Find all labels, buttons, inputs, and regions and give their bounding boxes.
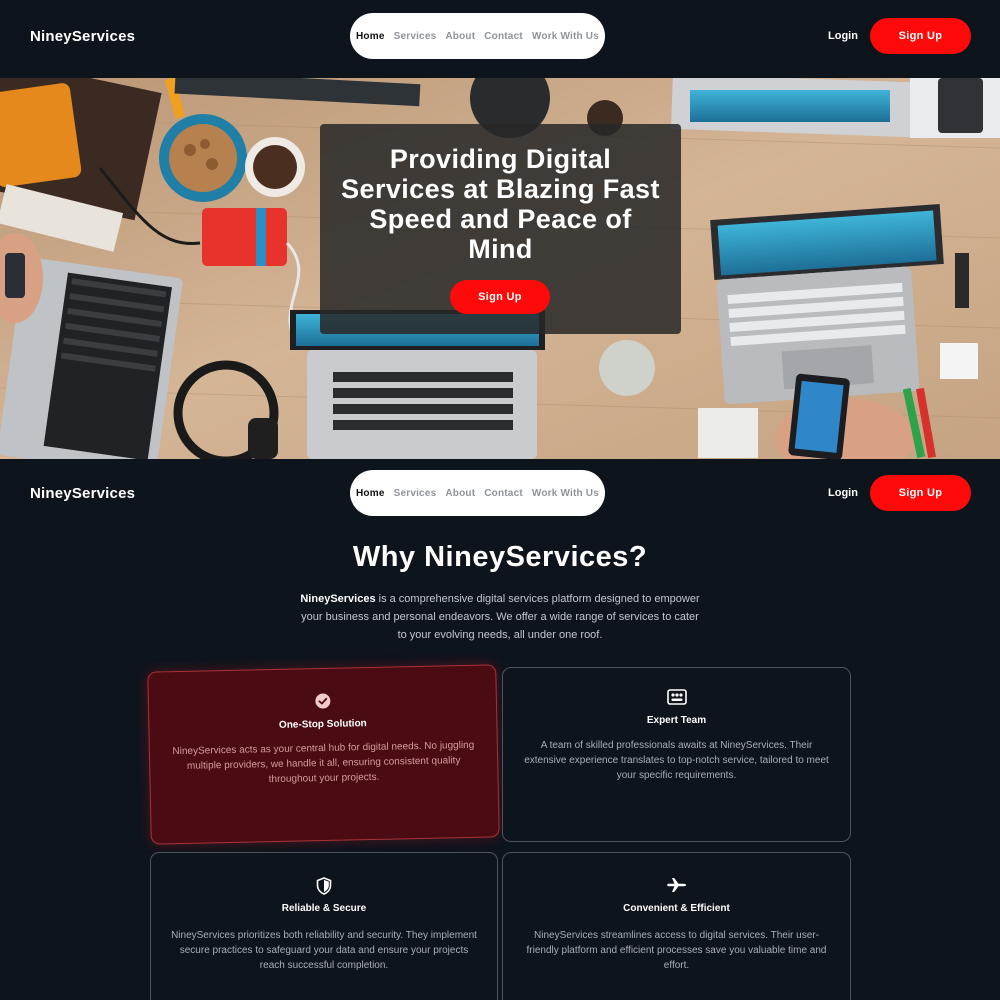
feature-card-convenient-efficient[interactable]: Convenient & Efficient NineyServices str… bbox=[502, 852, 851, 1000]
shield-icon bbox=[316, 877, 332, 900]
nav-home-link[interactable]: Home bbox=[356, 31, 385, 42]
feature-title: Expert Team bbox=[646, 715, 707, 726]
nav-services-link[interactable]: Services bbox=[394, 488, 437, 499]
signup-button[interactable]: Sign Up bbox=[870, 475, 971, 511]
signup-button[interactable]: Sign Up bbox=[870, 18, 971, 54]
nav-work-with-us-link[interactable]: Work With Us bbox=[532, 31, 599, 42]
brand-logo[interactable]: NineyServices bbox=[30, 28, 135, 45]
sticky-navbar: NineyServices Home Services About Contac… bbox=[0, 459, 1000, 527]
nav-menu: Home Services About Contact Work With Us bbox=[350, 13, 605, 59]
nav-contact-link[interactable]: Contact bbox=[484, 31, 523, 42]
nav-home-link[interactable]: Home bbox=[356, 488, 385, 499]
feature-card-one-stop[interactable]: One-Stop Solution NineyServices acts as … bbox=[147, 664, 500, 845]
feature-card-reliable-secure[interactable]: Reliable & Secure NineyServices prioriti… bbox=[150, 852, 498, 1000]
feature-title: Convenient & Efficient bbox=[623, 903, 730, 914]
team-icon bbox=[666, 689, 687, 710]
intro-brand-name: NineyServices bbox=[300, 593, 376, 605]
top-navbar: NineyServices Home Services About Contac… bbox=[0, 0, 1000, 78]
hero-title: Providing Digital Services at Blazing Fa… bbox=[341, 144, 660, 264]
feature-description: NineyServices acts as your central hub f… bbox=[172, 739, 475, 786]
feature-title: One-Stop Solution bbox=[278, 718, 367, 731]
feature-description: NineyServices prioritizes both reliabili… bbox=[171, 930, 477, 971]
why-section-title: Why NineyServices? bbox=[352, 541, 648, 573]
feature-description: A team of skilled professionals awaits a… bbox=[524, 740, 829, 781]
feature-title: Reliable & Secure bbox=[281, 903, 367, 914]
nav-about-link[interactable]: About bbox=[445, 488, 475, 499]
airplane-icon bbox=[666, 877, 687, 898]
brand-logo[interactable]: NineyServices bbox=[30, 485, 135, 502]
nav-services-link[interactable]: Services bbox=[394, 31, 437, 42]
why-intro-text: NineyServices is a comprehensive digital… bbox=[300, 590, 700, 644]
login-link[interactable]: Login bbox=[828, 30, 858, 42]
hero-card: Providing Digital Services at Blazing Fa… bbox=[320, 124, 681, 334]
page: NineyServices Home Services About Contac… bbox=[0, 0, 1000, 1000]
feature-card-expert-team[interactable]: Expert Team A team of skilled profession… bbox=[502, 667, 851, 842]
feature-description: NineyServices streamlines access to digi… bbox=[526, 930, 827, 971]
hero-signup-button[interactable]: Sign Up bbox=[450, 280, 550, 314]
login-link[interactable]: Login bbox=[828, 487, 858, 499]
nav-menu: Home Services About Contact Work With Us bbox=[350, 470, 605, 516]
nav-work-with-us-link[interactable]: Work With Us bbox=[532, 488, 599, 499]
nav-about-link[interactable]: About bbox=[445, 31, 475, 42]
hero-section: Providing Digital Services at Blazing Fa… bbox=[0, 78, 1000, 459]
check-circle-icon bbox=[314, 693, 330, 714]
nav-contact-link[interactable]: Contact bbox=[484, 488, 523, 499]
